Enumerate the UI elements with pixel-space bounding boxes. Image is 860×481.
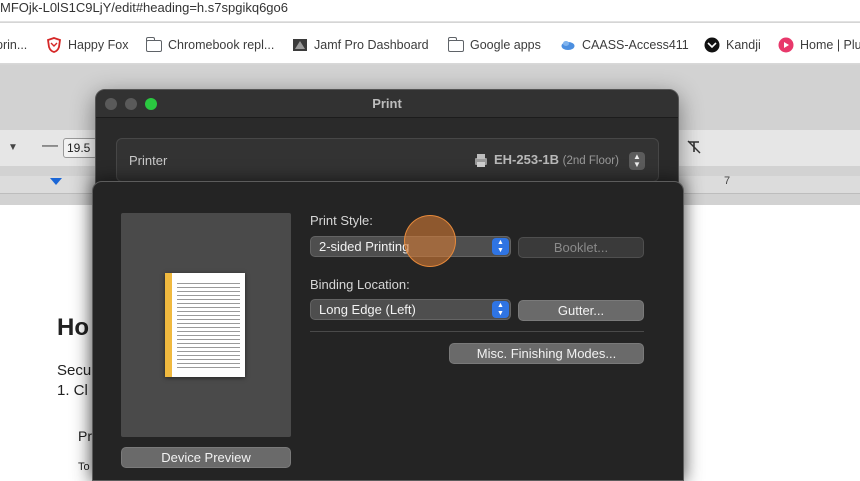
chevron-down-icon[interactable]: ▼ [8, 142, 18, 153]
divider [310, 331, 644, 332]
folder-icon [145, 37, 162, 52]
indent-marker-icon[interactable] [50, 178, 62, 185]
bookmark-chromebook[interactable]: Chromebook repl... [145, 36, 275, 54]
folder-icon [447, 37, 464, 52]
printer-location-text: (2nd Floor) [562, 155, 619, 167]
bookmark-label: prin... [0, 38, 28, 52]
clear-formatting-icon[interactable] [686, 139, 702, 160]
bookmark-label: CAASS-Access411 [582, 38, 689, 52]
booklet-button[interactable]: Booklet... [518, 237, 644, 258]
url-text: MFOjk-L0lS1C9LjY/edit#heading=h.s7spgikq… [0, 0, 288, 15]
preview-text-lines [177, 283, 240, 369]
kandji-icon [704, 37, 720, 53]
binding-location-value: Long Edge (Left) [319, 302, 416, 317]
misc-finishing-modes-button[interactable]: Misc. Finishing Modes... [449, 343, 644, 364]
print-dialog-title: Print [372, 96, 402, 111]
ruler-number: 7 [724, 175, 731, 187]
bookmark-jamf[interactable]: Jamf Pro Dashboard [292, 36, 429, 54]
bookmark-label: Chromebook repl... [168, 38, 275, 52]
print-style-value: 2-sided Printing [319, 239, 410, 254]
doc-text-line: 1. Cl [57, 382, 88, 399]
binding-location-select[interactable]: Long Edge (Left) ▲ ▼ [310, 299, 511, 320]
printer-name-text: EH-253-1B [494, 152, 560, 167]
bookmark-kandji[interactable]: Kandji [704, 36, 761, 54]
bookmark-caass[interactable]: CAASS-Access411 [560, 36, 689, 54]
doc-heading: Ho [57, 314, 89, 341]
printer-label: Printer [129, 153, 168, 168]
device-preview-button[interactable]: Device Preview [121, 447, 291, 468]
print-titlebar: Print [96, 90, 678, 118]
bookmarks-bar: prin... Happy Fox Chromebook repl... Jam… [0, 23, 860, 64]
decrease-font-button[interactable]: — [42, 137, 58, 155]
printer-selector[interactable]: Printer EH-253-1B (2nd Floor) ▲ ▼ [116, 138, 659, 182]
printer-icon [473, 152, 489, 168]
gutter-button[interactable]: Gutter... [518, 300, 644, 321]
jamf-icon [292, 37, 308, 53]
doc-text-line: To [78, 461, 90, 473]
doc-text-line: Secu [57, 362, 92, 379]
chevron-updown-icon: ▲ ▼ [492, 301, 509, 318]
bookmark-home[interactable]: Home | Plu [778, 36, 860, 54]
doc-text-line: Pr [78, 428, 92, 444]
chevron-updown-icon[interactable]: ▲ ▼ [629, 152, 645, 170]
play-icon [778, 37, 794, 53]
bookmark-label: Google apps [470, 38, 541, 52]
bookmark-label: Kandji [726, 38, 761, 52]
preview-page [165, 273, 245, 377]
font-size-field[interactable]: 19.5 [63, 138, 97, 158]
shield-icon [46, 37, 62, 53]
binding-location-label: Binding Location: [310, 277, 410, 292]
device-preview-pane [121, 213, 291, 437]
binding-edge-indicator [165, 273, 172, 377]
document-page-right [684, 205, 860, 481]
bookmark-label: Happy Fox [68, 38, 129, 52]
print-style-label: Print Style: [310, 213, 373, 228]
chevron-updown-icon: ▲ ▼ [492, 238, 509, 255]
bookmark-truncated[interactable]: prin... [0, 36, 27, 54]
finishing-options-sheet: Device Preview Print Style: 2-sided Prin… [92, 181, 684, 481]
printer-name: EH-253-1B (2nd Floor) [494, 152, 619, 167]
bookmark-label: Home | Plu [800, 38, 860, 52]
cloud-icon [560, 37, 576, 53]
bookmark-google-apps[interactable]: Google apps [447, 36, 541, 54]
click-indicator [404, 215, 456, 267]
bookmark-label: Jamf Pro Dashboard [314, 38, 429, 52]
address-bar[interactable]: MFOjk-L0lS1C9LjY/edit#heading=h.s7spgikq… [0, 0, 860, 22]
bookmark-happy-fox[interactable]: Happy Fox [46, 36, 128, 54]
